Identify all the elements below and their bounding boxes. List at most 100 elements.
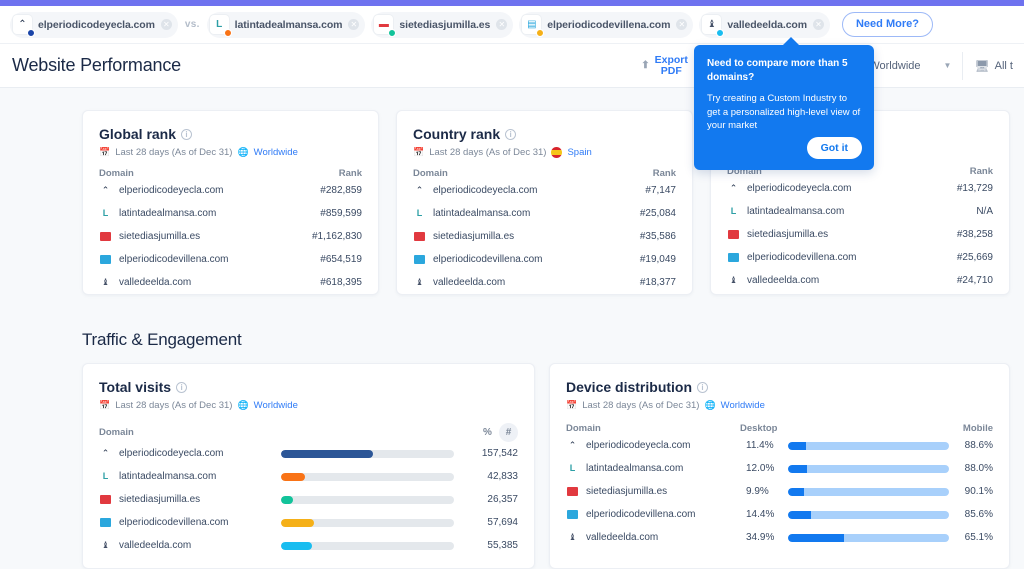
row-rank: #38,258: [956, 229, 993, 240]
row-rank: #19,049: [639, 254, 676, 265]
export-pdf-button[interactable]: ⬆ Export PDF: [630, 44, 699, 88]
bar-fill: [281, 449, 373, 458]
domain-chip[interactable]: ▤ elperiodicodevillena.com ✕: [519, 11, 694, 38]
table-row[interactable]: ♝ valledeelda.com 55,385: [99, 534, 518, 557]
domain-chip[interactable]: ♝ valledeelda.com ✕: [699, 11, 830, 38]
device-selector[interactable]: 🖥 All t: [963, 44, 1024, 88]
table-row[interactable]: elperiodicodevillena.com 57,694: [99, 511, 518, 534]
table-row[interactable]: ♝ valledeelda.com #24,710: [727, 269, 993, 292]
table-row[interactable]: ⌃ elperiodicodeyecla.com #282,859: [99, 179, 362, 202]
table-row[interactable]: sietediasjumilla.es 9.9% 90.1%: [566, 480, 993, 503]
favicon-icon: L: [416, 208, 423, 218]
info-icon[interactable]: i: [505, 128, 517, 140]
favicon-icon: ♝: [702, 15, 725, 37]
calendar-icon: 📅: [413, 147, 425, 157]
row-rank: #859,599: [320, 208, 362, 219]
toggle-number[interactable]: #: [499, 423, 518, 442]
favicon-icon: [566, 508, 579, 521]
globe-icon: 🌐: [237, 147, 249, 157]
row-rank: #654,519: [320, 254, 362, 265]
row-domain: latintadealmansa.com: [747, 206, 845, 217]
table-row[interactable]: L latintadealmansa.com 12.0% 88.0%: [566, 457, 993, 480]
page-title: Website Performance: [12, 55, 181, 75]
favicon-icon: ♝: [101, 540, 110, 550]
devices-icon: 🖥: [974, 58, 990, 73]
scope-label: Spain: [567, 147, 592, 158]
section-heading: Traffic & Engagement: [82, 330, 242, 349]
stacked-bar: [788, 464, 949, 473]
bar-track: [281, 449, 454, 458]
series-color-dot: [27, 29, 35, 37]
favicon-icon: ♝: [415, 277, 424, 287]
country-rank-card: Country rank i 📅 Last 28 days (As of Dec…: [396, 110, 693, 295]
table-row[interactable]: L latintadealmansa.com #25,084: [413, 202, 676, 225]
table-header: Domain Rank: [99, 168, 362, 179]
close-icon[interactable]: ✕: [348, 19, 360, 30]
tooltip-heading: Need to compare more than 5 domains?: [707, 58, 848, 83]
series-color-dot: [223, 29, 232, 37]
table-row[interactable]: elperiodicodevillena.com #654,519: [99, 248, 362, 271]
table-row[interactable]: ⌃ elperiodicodeyecla.com #7,147: [413, 179, 676, 202]
desktop-pct: 9.9%: [746, 486, 769, 497]
mobile-pct: 88.0%: [964, 463, 993, 474]
info-icon[interactable]: i: [697, 381, 709, 393]
favicon-icon: [727, 228, 740, 241]
close-icon[interactable]: ✕: [160, 19, 172, 30]
table-row[interactable]: ⌃ elperiodicodeyecla.com 11.4% 88.6%: [566, 434, 993, 457]
row-domain: valledeelda.com: [433, 277, 506, 288]
table-row[interactable]: elperiodicodevillena.com #19,049: [413, 248, 676, 271]
got-it-button[interactable]: Got it: [806, 137, 862, 159]
favicon-icon: [727, 251, 740, 264]
favicon-icon: L: [102, 471, 109, 481]
close-icon[interactable]: ✕: [496, 19, 508, 30]
info-icon[interactable]: i: [176, 381, 188, 393]
series-color-dot: [716, 29, 725, 37]
export-icon: ⬆: [641, 60, 650, 71]
col-rank: Rank: [969, 166, 993, 177]
col-rank: Rank: [652, 168, 676, 179]
table-row[interactable]: ♝ valledeelda.com 34.9% 65.1%: [566, 526, 993, 549]
desktop-pct: 12.0%: [746, 463, 775, 474]
domain-chip[interactable]: ▬ sietediasjumilla.es ✕: [371, 11, 514, 38]
date-range-label: Last 28 days (As of Dec 31): [115, 147, 233, 158]
favicon-icon: [99, 516, 112, 529]
domain-chip-label: elperiodicodevillena.com: [547, 18, 671, 31]
table-row[interactable]: sietediasjumilla.es #1,162,830: [99, 225, 362, 248]
table-row[interactable]: sietediasjumilla.es #35,586: [413, 225, 676, 248]
favicon-icon: [566, 485, 579, 498]
scope-label: Worldwide: [253, 400, 298, 411]
global-rank-card: Global rank i 📅 Last 28 days (As of Dec …: [82, 110, 379, 295]
table-row[interactable]: ♝ valledeelda.com #18,377: [413, 271, 676, 294]
export-label-line2: PDF: [660, 64, 682, 77]
domain-chip-label: latintadealmansa.com: [234, 18, 343, 31]
table-row[interactable]: L latintadealmansa.com 42,833: [99, 465, 518, 488]
calendar-icon: 📅: [99, 147, 111, 157]
close-icon[interactable]: ✕: [676, 19, 688, 30]
table-row[interactable]: sietediasjumilla.es #38,258: [727, 223, 993, 246]
toggle-percent[interactable]: %: [478, 423, 497, 442]
need-more-button[interactable]: Need More?: [841, 12, 933, 37]
table-row[interactable]: L latintadealmansa.com #859,599: [99, 202, 362, 225]
row-domain: elperiodicodevillena.com: [119, 517, 229, 528]
device-distribution-card: Device distribution i 📅 Last 28 days (As…: [549, 363, 1010, 569]
date-range-label: Last 28 days (As of Dec 31): [115, 400, 233, 411]
info-icon[interactable]: i: [181, 128, 193, 140]
col-domain: Domain: [566, 423, 601, 434]
row-domain: sietediasjumilla.es: [119, 231, 201, 242]
table-row[interactable]: ♝ valledeelda.com #618,395: [99, 271, 362, 294]
favicon-icon: ♝: [101, 277, 110, 287]
spain-flag-icon: [551, 147, 563, 158]
domain-chip[interactable]: ⌃ elperiodicodeyecla.com ✕: [10, 11, 178, 38]
table-row[interactable]: elperiodicodevillena.com #25,669: [727, 246, 993, 269]
favicon-icon: ⌃: [13, 15, 35, 37]
need-more-tooltip: Need to compare more than 5 domains? Try…: [694, 37, 874, 170]
table-row[interactable]: ⌃ elperiodicodeyecla.com #13,729: [727, 177, 993, 200]
mobile-pct: 65.1%: [964, 532, 993, 543]
table-row[interactable]: sietediasjumilla.es 26,357: [99, 488, 518, 511]
domain-chip[interactable]: L latintadealmansa.com ✕: [206, 11, 366, 38]
table-row[interactable]: elperiodicodevillena.com 14.4% 85.6%: [566, 503, 993, 526]
table-row[interactable]: L latintadealmansa.com N/A: [727, 200, 993, 223]
stacked-bar: [788, 441, 949, 450]
table-row[interactable]: ⌃ elperiodicodeyecla.com 157,542: [99, 442, 518, 465]
close-icon[interactable]: ✕: [812, 19, 824, 30]
